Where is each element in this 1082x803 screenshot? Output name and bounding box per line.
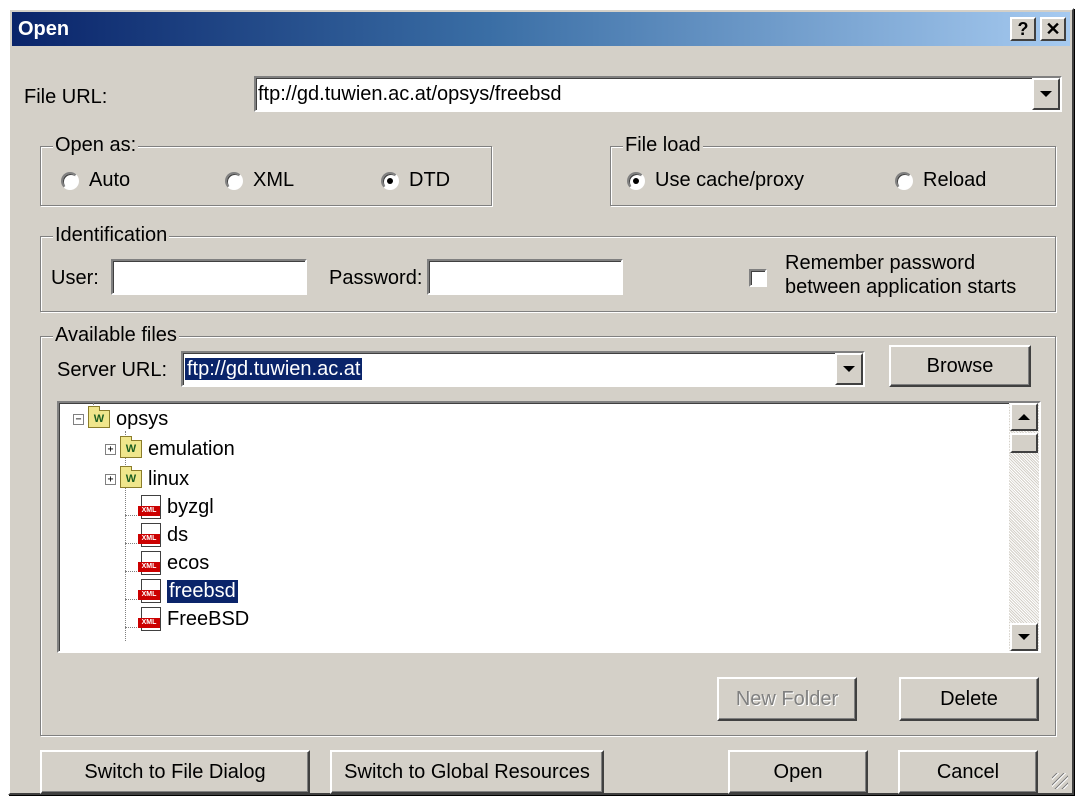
server-url-combobox[interactable]: ftp://gd.tuwien.ac.at [181,351,865,387]
folder-icon: W [120,436,142,458]
remember-password-label: Remember password between application st… [785,251,1016,299]
open-dialog: Open ? ✕ File URL: ftp://gd.tuwien.ac.at… [8,8,1074,795]
radio-use-cache-label: Use cache/proxy [655,169,804,191]
open-as-group: Open as: Auto XML DTD [40,134,492,206]
chevron-down-icon [843,366,855,372]
available-files-title: Available files [53,324,179,347]
open-button[interactable]: Open [728,750,868,794]
arrow-down-icon [1018,634,1030,640]
chevron-down-icon [1040,91,1052,97]
user-input[interactable] [111,259,307,295]
tree-item-label: ecos [167,551,210,574]
open-as-title: Open as: [53,134,139,157]
tree-item-label: ds [167,523,189,546]
xml-badge: XML [138,506,160,516]
collapse-icon[interactable]: − [73,413,84,425]
tree-item-label: byzgl [167,495,214,518]
radio-xml[interactable]: XML [225,169,294,192]
tree-item-FreeBSD[interactable]: XML FreeBSD [138,605,250,633]
close-button[interactable]: ✕ [1040,17,1066,41]
tree-item-label: freebsd [166,578,239,604]
switch-to-global-resources-button[interactable]: Switch to Global Resources [330,750,604,794]
radio-auto-indicator[interactable] [61,171,79,190]
xml-badge: XML [138,590,160,600]
tree-item-ds[interactable]: XML ds [138,521,189,549]
xml-badge: XML [138,562,160,572]
cancel-button[interactable]: Cancel [898,750,1038,794]
radio-dtd-label: DTD [409,169,451,191]
xml-file-icon: XML [138,551,161,575]
radio-auto[interactable]: Auto [61,169,130,192]
delete-button[interactable]: Delete [899,677,1039,721]
radio-use-cache-indicator[interactable] [627,171,645,190]
title-bar[interactable]: Open ? ✕ [12,12,1070,46]
user-label: User: [51,267,99,289]
password-input[interactable] [427,259,623,295]
available-files-group: Available files Server URL: ftp://gd.tuw… [40,324,1056,736]
radio-use-cache[interactable]: Use cache/proxy [627,169,804,192]
radio-reload[interactable]: Reload [895,169,986,192]
xml-file-icon: XML [138,523,161,547]
tree-item-label: emulation [148,437,235,460]
radio-reload-indicator[interactable] [895,171,913,190]
radio-xml-label: XML [253,169,295,191]
identification-title: Identification [53,224,170,247]
radio-xml-indicator[interactable] [225,171,243,190]
scroll-thumb[interactable] [1010,433,1038,453]
radio-reload-label: Reload [923,169,987,191]
folder-icon: W [88,406,110,428]
expand-icon[interactable]: + [105,473,116,485]
tree-item-label: FreeBSD [167,607,250,630]
browse-button[interactable]: Browse [889,345,1031,387]
tree-item-freebsd-selected[interactable]: XML freebsd [138,577,239,605]
file-url-dropdown-button[interactable] [1032,78,1060,110]
radio-auto-label: Auto [89,169,131,191]
file-load-title: File load [623,134,703,157]
file-url-label: File URL: [24,86,108,108]
file-url-combobox[interactable]: ftp://gd.tuwien.ac.at/opsys/freebsd [254,76,1062,112]
arrow-up-icon [1018,414,1030,420]
xml-file-icon: XML [138,607,161,631]
tree-item-opsys[interactable]: − W opsys [73,405,168,433]
file-url-input[interactable]: ftp://gd.tuwien.ac.at/opsys/freebsd [258,83,562,106]
xml-badge: XML [138,534,160,544]
password-label: Password: [329,267,423,289]
scroll-up-button[interactable] [1010,403,1038,431]
tree-item-label: linux [148,467,190,490]
server-url-value: ftp://gd.tuwien.ac.at [183,357,364,381]
radio-dtd[interactable]: DTD [381,169,450,192]
remember-password-checkbox[interactable] [749,269,767,287]
identification-group: Identification User: Password: Remember … [40,224,1056,312]
remember-line-2: between application starts [785,276,1017,298]
new-folder-button[interactable]: New Folder [717,677,857,721]
switch-to-file-dialog-button[interactable]: Switch to File Dialog [40,750,310,794]
tree-item-byzgl[interactable]: XML byzgl [138,493,214,521]
folder-icon: W [120,466,142,488]
scroll-down-button[interactable] [1010,623,1038,651]
help-button[interactable]: ? [1010,17,1036,41]
tree-item-emulation[interactable]: + W emulation [105,435,235,463]
radio-dtd-indicator[interactable] [381,171,399,190]
xml-badge: XML [138,618,160,628]
xml-file-icon: XML [138,579,161,603]
server-url-dropdown-button[interactable] [835,353,863,385]
dialog-title: Open [18,18,70,40]
file-load-group: File load Use cache/proxy Reload [610,134,1056,206]
file-tree[interactable]: − W opsys + W emulation + W linux XML by… [57,401,1041,653]
xml-file-icon: XML [138,495,161,519]
server-url-input[interactable]: ftp://gd.tuwien.ac.at [183,357,364,381]
expand-icon[interactable]: + [105,443,116,455]
tree-item-linux[interactable]: + W linux [105,465,189,493]
tree-item-ecos[interactable]: XML ecos [138,549,210,577]
server-url-label: Server URL: [57,359,168,381]
tree-item-label: opsys [116,407,169,430]
resize-grip-icon[interactable] [1052,773,1068,789]
remember-line-1: Remember password [785,252,976,274]
